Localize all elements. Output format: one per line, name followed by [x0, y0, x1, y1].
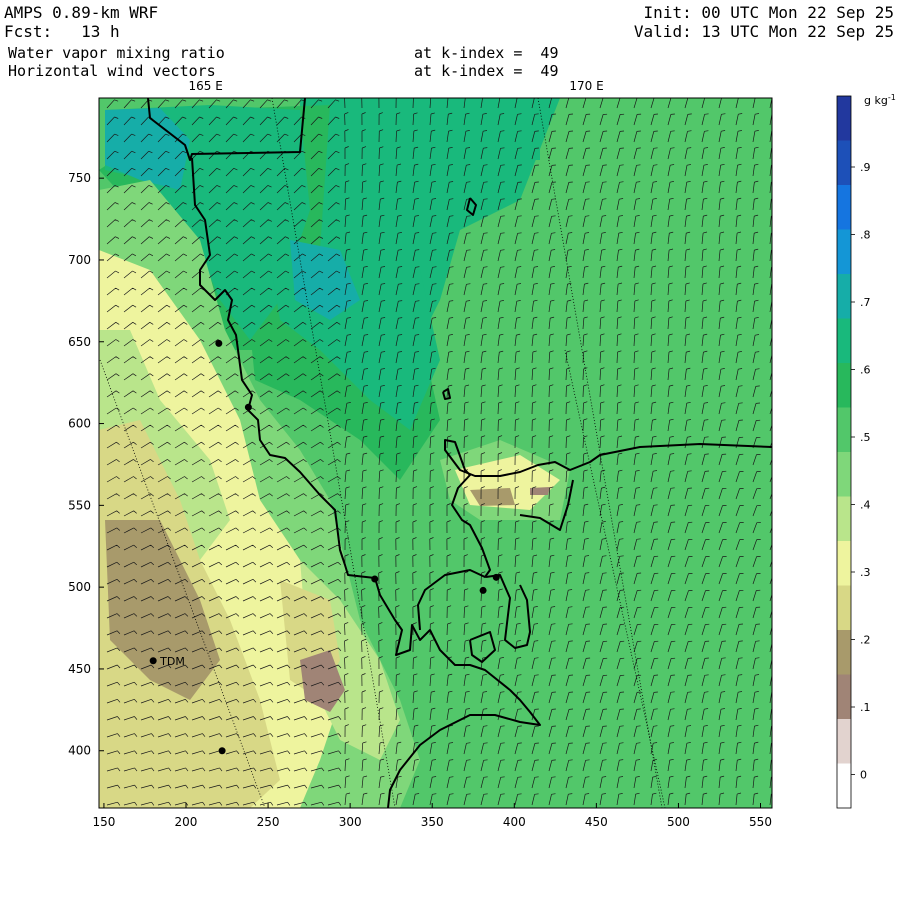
longitude-label: 170 E [569, 79, 603, 93]
colorbar-segment [837, 496, 851, 541]
colorbar-segment [837, 630, 851, 675]
colorbar-label: .3 [860, 566, 871, 579]
colorbar-label: .6 [860, 364, 871, 377]
colorbar-segment [837, 140, 851, 185]
map-figure: 150 200 250 300 350 400 450 500 550 400 450 500 550… [68, 79, 896, 829]
y-tick-label: 700 [68, 253, 91, 267]
longitude-label: 165 E [189, 79, 223, 93]
y-tick-label: 750 [68, 171, 91, 185]
station-dot [244, 403, 252, 411]
moisture-region [530, 487, 550, 495]
colorbar-label: 0 [860, 769, 867, 782]
map-field [99, 98, 772, 808]
colorbar-segment [837, 185, 851, 230]
colorbar-label: .8 [860, 229, 871, 242]
colorbar-label: .4 [860, 499, 871, 512]
colorbar-segment [837, 585, 851, 630]
y-tick-label: 400 [68, 744, 91, 758]
y-tick-label: 550 [68, 498, 91, 512]
colorbar-label: .9 [860, 161, 871, 174]
colorbar-segment [837, 763, 851, 808]
x-tick-label: 300 [339, 815, 362, 829]
station-label-tdm: TDM [159, 655, 185, 668]
longitude-labels: 165 E 170 E [189, 79, 604, 93]
colorbar-segment [837, 719, 851, 764]
x-tick-label: 450 [585, 815, 608, 829]
colorbar-label: .5 [860, 431, 871, 444]
colorbar-segment [837, 318, 851, 363]
y-tick-label: 450 [68, 662, 91, 676]
colorbar-segment [837, 363, 851, 408]
x-tick-label: 500 [667, 815, 690, 829]
station-dot [479, 586, 487, 594]
colorbar-label: .7 [860, 296, 871, 309]
station-dot [215, 339, 223, 347]
colorbar-segment [837, 274, 851, 319]
colorbar-segment [837, 674, 851, 719]
x-tick-label: 250 [257, 815, 280, 829]
x-tick-label: 550 [749, 815, 772, 829]
colorbar-segment [837, 407, 851, 452]
x-tick-label: 350 [421, 815, 444, 829]
colorbar-segment [837, 541, 851, 586]
x-tick-label: 150 [92, 815, 115, 829]
x-tick-label: 200 [175, 815, 198, 829]
station-dot [149, 657, 157, 665]
colorbar-label: .2 [860, 634, 871, 647]
colorbar-segment [837, 96, 851, 141]
station-dot [218, 747, 226, 755]
colorbar-unit: g kg-1 [864, 93, 896, 107]
station-dot [492, 573, 500, 581]
y-tick-label: 500 [68, 580, 91, 594]
y-tick-label: 650 [68, 335, 91, 349]
colorbar: .9 .8 .7 .6 .5 .4 .3 .2 .1 0 [836, 95, 871, 809]
colorbar-segment [837, 452, 851, 497]
colorbar-segment [837, 229, 851, 274]
x-tick-label: 400 [503, 815, 526, 829]
station-dot [371, 575, 379, 583]
colorbar-label: .1 [860, 701, 871, 714]
y-tick-label: 600 [68, 417, 91, 431]
